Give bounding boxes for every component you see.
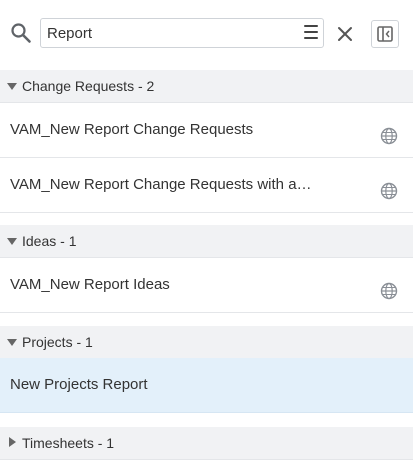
group-header-ideas[interactable]: Ideas - 1 (0, 225, 413, 258)
list-item[interactable]: VAM_New Report Ideas (0, 258, 413, 313)
chevron-down-icon[interactable] (7, 238, 17, 245)
list-item-label: VAM_New Report Change Requests (10, 121, 254, 138)
globe-icon (380, 282, 398, 300)
search-field (40, 18, 324, 48)
group-title: Ideas - 1 (22, 233, 77, 249)
close-icon[interactable] (336, 25, 354, 43)
sidebar-toggle-icon[interactable] (371, 20, 399, 48)
globe-icon (380, 182, 398, 200)
list-item-label: VAM_New Report Change Requests with a… (10, 176, 312, 193)
search-icon[interactable] (10, 22, 32, 44)
list-item[interactable]: VAM_New Report Change Requests (0, 103, 413, 158)
globe-icon (380, 127, 398, 145)
group-title: Projects - 1 (22, 334, 93, 350)
chevron-down-icon[interactable] (7, 83, 17, 90)
menu-icon[interactable] (304, 25, 318, 41)
chevron-down-icon[interactable] (7, 339, 17, 346)
list-item-label: VAM_New Report Ideas (10, 276, 170, 293)
group-header-projects[interactable]: Projects - 1 (0, 326, 413, 359)
search-results-panel: Change Requests - 2 VAM_New Report Chang… (0, 0, 413, 469)
list-item[interactable]: VAM_New Report Change Requests with a… (0, 158, 413, 213)
group-header-change-requests[interactable]: Change Requests - 2 (0, 70, 413, 103)
list-item-label: New Projects Report (10, 376, 148, 393)
list-item-selected[interactable]: New Projects Report (0, 358, 413, 413)
group-title: Timesheets - 1 (22, 435, 115, 451)
chevron-right-icon[interactable] (9, 437, 16, 447)
group-title: Change Requests - 2 (22, 78, 155, 94)
group-header-timesheets[interactable]: Timesheets - 1 (0, 427, 413, 460)
search-bar (0, 0, 413, 70)
search-input[interactable] (47, 19, 297, 47)
